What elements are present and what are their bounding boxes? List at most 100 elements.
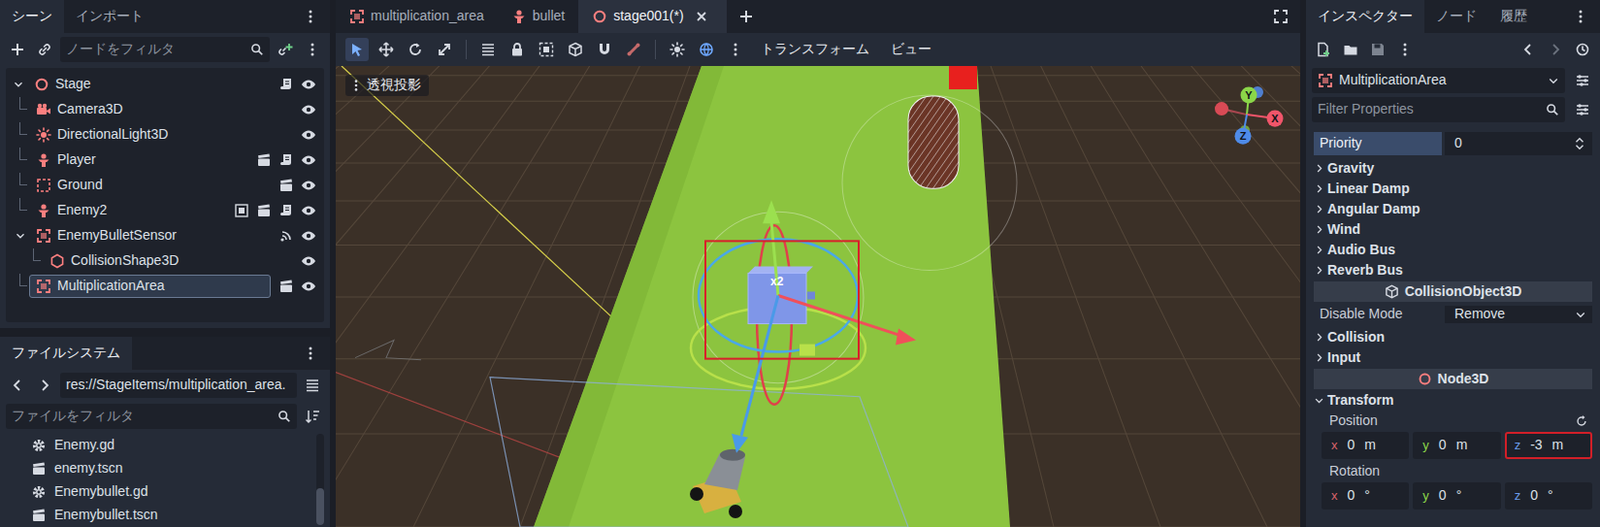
tab[interactable]: シーン [0,0,65,33]
snap-icon[interactable] [592,37,617,62]
menu-icon[interactable] [1393,37,1417,62]
number-field[interactable]: 0 [1444,131,1593,156]
tab[interactable]: インスペクター [1306,0,1425,33]
vector-field[interactable]: x0° [1321,482,1409,510]
vector-field[interactable]: z-3m [1504,431,1593,459]
group-icon[interactable] [233,202,250,219]
tree-row[interactable]: CollisionShape3D [5,248,325,274]
tree-item[interactable]: Enemy2 [29,198,227,223]
scene-tab[interactable]: stage001(*) [578,0,726,33]
property-section[interactable]: Wind [1313,219,1593,240]
instance-scene-icon[interactable] [273,37,297,62]
node-selector[interactable]: MultiplicationArea [1311,67,1566,94]
scene-instance-icon[interactable] [256,152,272,168]
add-node-icon[interactable] [5,37,30,62]
file-row[interactable]: Enemy.gd [0,433,317,458]
viewport-3d[interactable]: x2YXZ透視投影 [335,65,1301,527]
property-section[interactable]: Audio Bus [1313,239,1593,261]
tree-row[interactable]: Camera3D [5,97,325,123]
property-section[interactable]: Collision [1313,326,1593,348]
enemy-capsule[interactable] [908,96,959,189]
visibility-eye-icon[interactable] [300,202,317,219]
environment-preview-icon[interactable] [694,37,719,62]
vector-field[interactable]: y0m [1412,431,1501,459]
path-field[interactable]: res://StageItems/multiplication_area. [60,372,297,398]
tab[interactable]: ファイルシステム [0,336,132,370]
close-tab-icon[interactable] [689,4,714,29]
fullscreen-icon[interactable] [1269,4,1293,29]
menu-icon[interactable] [298,4,323,29]
property-section[interactable]: Gravity [1313,158,1593,179]
history-forward-icon[interactable] [1543,37,1568,62]
group-select-icon[interactable] [534,37,558,62]
vector-field[interactable]: y0° [1412,482,1501,510]
property-section[interactable]: Input [1313,347,1593,368]
projection-menu[interactable]: 透視投影 [345,74,429,97]
tab[interactable]: 履歴 [1488,0,1539,33]
tab[interactable]: インポート [64,0,156,33]
scene-view[interactable]: x2YXZ [335,65,1301,527]
tree-item[interactable]: EnemyBulletSensor [29,224,271,248]
select-tool-icon[interactable] [345,37,369,62]
menu-icon[interactable] [298,341,323,365]
vector-field[interactable]: x0m [1321,431,1409,459]
scene-instance-icon[interactable] [278,177,294,194]
property-filter[interactable] [1311,97,1566,123]
expand-arrow[interactable] [11,71,26,98]
open-folder-icon[interactable] [1338,37,1363,62]
tree-row[interactable]: Player [5,147,325,173]
property-filter-input[interactable] [1317,100,1542,119]
back-icon[interactable] [5,373,30,397]
signal-icon[interactable] [278,228,294,244]
cannon[interactable] [689,449,746,519]
scene-tab[interactable]: multiplication_area [335,0,498,33]
enum-dropdown[interactable]: Remove [1444,305,1593,324]
visibility-eye-icon[interactable] [300,253,317,269]
tree-item[interactable]: MultiplicationArea [29,274,271,298]
tree-row[interactable]: Enemy2 [5,197,325,224]
history-icon[interactable] [1570,37,1595,62]
skeleton-icon[interactable] [621,37,646,62]
visibility-eye-icon[interactable] [300,228,317,244]
history-back-icon[interactable] [1516,37,1540,62]
save-icon[interactable] [1366,37,1390,62]
tree-item[interactable]: Stage [27,72,271,97]
scroll-thumb[interactable] [316,488,325,525]
node-filter-input[interactable] [65,40,247,59]
multiplication-box[interactable] [748,265,816,324]
visibility-eye-icon[interactable] [300,127,317,143]
reset-icon[interactable] [1574,414,1589,428]
property-section[interactable]: Transform [1313,390,1593,411]
menu-icon[interactable] [1568,4,1593,29]
file-row[interactable]: Enemybullet.gd [0,480,317,504]
menu-icon[interactable] [300,37,325,62]
visibility-eye-icon[interactable] [300,278,317,294]
axis-gizmo[interactable] [1214,86,1264,135]
tree-item[interactable]: DirectionalLight3D [29,123,294,147]
tree-row[interactable]: Stage [5,71,325,98]
scene-instance-icon[interactable] [278,278,294,294]
list-view-icon[interactable] [300,373,325,397]
filter-options-icon[interactable] [1570,97,1595,122]
tree-item[interactable]: Player [29,148,249,172]
move-tool-icon[interactable] [374,37,398,62]
scene-tab[interactable]: bullet [497,0,579,33]
file-row[interactable]: Enemybullet.tscn [0,503,317,527]
axis-disc[interactable] [1240,87,1258,104]
tree-item[interactable]: Camera3D [29,97,294,122]
tree-row[interactable]: EnemyBulletSensor [5,223,325,249]
axis-disc[interactable] [1267,110,1284,128]
new-resource-icon[interactable] [1311,37,1336,62]
property-section[interactable]: Reverb Bus [1313,260,1593,281]
axis-disc[interactable] [1235,128,1252,145]
sort-icon[interactable] [300,404,325,428]
node-filter[interactable] [60,36,270,63]
file-filter[interactable] [5,403,297,429]
link-icon[interactable] [32,37,57,62]
vector-field[interactable]: z0° [1504,482,1593,510]
script-icon[interactable] [278,76,294,93]
toolbar-menu[interactable]: ビュー [882,40,940,59]
local-space-icon[interactable] [563,37,588,62]
expand-arrow[interactable] [13,223,28,249]
property-section[interactable]: Angular Damp [1313,198,1593,220]
